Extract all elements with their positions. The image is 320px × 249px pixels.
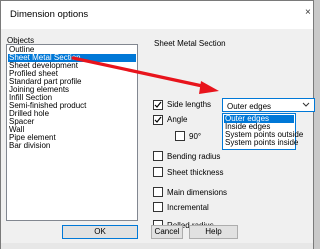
incremental-checkbox[interactable] [153, 202, 163, 212]
side-lengths-label: Side lengths [167, 100, 212, 109]
ok-button[interactable]: OK [62, 225, 138, 239]
cancel-button[interactable]: Cancel [151, 225, 183, 239]
dimension-options-dialog: Dimension options × Objects Sheet Metal … [0, 0, 315, 249]
dropdown-option[interactable]: System points inside [224, 139, 298, 147]
ninety-degrees-checkbox[interactable] [175, 131, 185, 141]
list-item[interactable]: Spacer [8, 118, 136, 126]
section-title: Sheet Metal Section [154, 39, 226, 48]
sheet-thickness-checkbox[interactable] [153, 167, 163, 177]
check-mark-icon [154, 101, 162, 108]
objects-list[interactable]: Outline Sheet Metal Section Sheet develo… [6, 44, 138, 221]
bending-radius-checkbox[interactable] [153, 151, 163, 161]
status-strip [1, 243, 313, 249]
list-item[interactable]: Bar division [8, 142, 136, 150]
close-icon[interactable]: × [305, 7, 313, 19]
sheet-thickness-label: Sheet thickness [167, 168, 224, 177]
dialog-title: Dimension options [10, 9, 89, 20]
ninety-degrees-label: 90° [189, 132, 202, 141]
title-bar: Dimension options × [1, 1, 313, 29]
side-lengths-dropdown-list[interactable]: Outer edges Inside edges System points o… [222, 113, 303, 150]
dropdown-value: Outer edges [227, 102, 272, 111]
angle-label: Angle [167, 115, 188, 124]
chevron-down-icon[interactable] [302, 100, 310, 110]
side-lengths-checkbox[interactable] [153, 100, 163, 110]
check-mark-icon [154, 116, 162, 123]
incremental-label: Incremental [167, 203, 209, 212]
side-lengths-dropdown[interactable]: Outer edges [222, 98, 315, 112]
main-dimensions-checkbox[interactable] [153, 187, 163, 197]
help-button[interactable]: Help [189, 225, 238, 239]
bending-radius-label: Bending radius [167, 152, 221, 161]
main-dimensions-label: Main dimensions [167, 188, 228, 197]
angle-checkbox[interactable] [153, 115, 163, 125]
